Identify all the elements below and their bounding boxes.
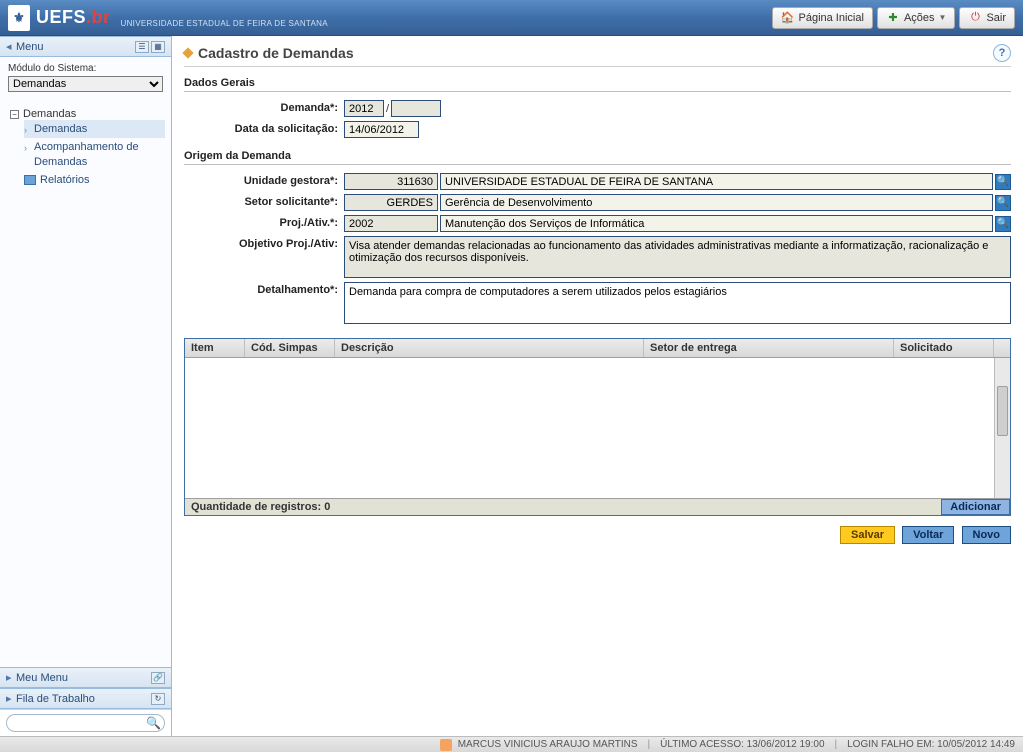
- meu-menu-panel-header[interactable]: ▸ Meu Menu 🔗: [0, 667, 171, 688]
- table-scrollbar[interactable]: [994, 358, 1010, 498]
- expand-arrow-icon: ▸: [6, 671, 16, 684]
- tree-item-label: Acompanhamento de Demandas: [34, 140, 165, 169]
- panel-grid-icon[interactable]: ▦: [151, 41, 165, 53]
- expand-arrow-icon: ▸: [6, 692, 16, 705]
- section-origem: Origem da Demanda: [184, 150, 1011, 165]
- logo-area: ⚜ UEFS.br UNIVERSIDADE ESTADUAL DE FEIRA…: [8, 5, 328, 31]
- module-select[interactable]: Demandas: [8, 76, 163, 92]
- status-login-falho: LOGIN FALHO EM: 10/05/2012 14:49: [847, 739, 1015, 750]
- user-icon: [440, 739, 452, 751]
- tree-root-label: Demandas: [23, 108, 76, 120]
- menu-panel-header[interactable]: ◂ Menu ☰ ▦: [0, 36, 171, 57]
- logo-subtitle: UNIVERSIDADE ESTADUAL DE FEIRA DE SANTAN…: [121, 19, 328, 28]
- tree-item-demandas[interactable]: › Demandas: [24, 120, 165, 138]
- label-unidade: Unidade gestora*:: [184, 173, 344, 187]
- app-header: ⚜ UEFS.br UNIVERSIDADE ESTADUAL DE FEIRA…: [0, 0, 1023, 36]
- home-icon: 🏠: [781, 11, 795, 25]
- logo-text: UEFS.br: [36, 7, 111, 27]
- diamond-icon: [182, 47, 193, 58]
- col-desc: Descrição: [335, 339, 644, 357]
- uefs-shield-icon: ⚜: [8, 5, 30, 31]
- actions-button-label: Ações: [904, 12, 935, 24]
- plus-icon: ✚: [886, 11, 900, 25]
- menu-panel-title: Menu: [16, 41, 44, 53]
- unidade-desc-input: [440, 173, 993, 190]
- demanda-separator: /: [386, 103, 389, 115]
- label-setor: Setor solicitante*:: [184, 194, 344, 208]
- back-button[interactable]: Voltar: [902, 526, 954, 544]
- exit-button-label: Sair: [986, 12, 1006, 24]
- objetivo-textarea: [344, 236, 1011, 278]
- label-proj: Proj./Ativ.*:: [184, 215, 344, 229]
- status-ultimo-acesso: ÚLTIMO ACESSO: 13/06/2012 19:00: [660, 739, 824, 750]
- section-dados-gerais: Dados Gerais: [184, 77, 1011, 92]
- fila-panel-header[interactable]: ▸ Fila de Trabalho ↻: [0, 688, 171, 709]
- detalhamento-textarea[interactable]: [344, 282, 1011, 324]
- search-icon[interactable]: 🔍: [146, 716, 161, 730]
- proj-cod-input[interactable]: [344, 215, 438, 232]
- table-count-label: Quantidade de registros: 0: [185, 499, 336, 515]
- bullet-icon: ›: [24, 125, 30, 135]
- tree-item-acompanhamento[interactable]: › Acompanhamento de Demandas: [24, 138, 165, 171]
- col-sol: Solicitado: [894, 339, 994, 357]
- proj-desc-input: [440, 215, 993, 232]
- logo-main: UEFS: [36, 7, 86, 27]
- meu-menu-title: Meu Menu: [16, 672, 68, 684]
- setor-cod-input[interactable]: [344, 194, 438, 211]
- refresh-icon[interactable]: ↻: [151, 693, 165, 705]
- main-content: Cadastro de Demandas ? Dados Gerais Dema…: [172, 36, 1023, 736]
- sidebar-search-input[interactable]: [6, 714, 165, 732]
- col-setor: Setor de entrega: [644, 339, 894, 357]
- nav-tree: − Demandas › Demandas › Acompanhamento d…: [0, 98, 171, 667]
- tree-item-label: Relatórios: [40, 173, 165, 187]
- label-demanda: Demanda*:: [184, 100, 344, 114]
- proj-lookup-button[interactable]: 🔍: [995, 216, 1011, 232]
- setor-lookup-button[interactable]: 🔍: [995, 195, 1011, 211]
- table-header: Item Cód. Simpas Descrição Setor de entr…: [185, 339, 1010, 358]
- report-icon: [24, 175, 36, 185]
- search-icon: 🔍: [997, 176, 1009, 187]
- demanda-num-input[interactable]: [391, 100, 441, 117]
- bullet-icon: ›: [24, 143, 30, 153]
- link-icon[interactable]: 🔗: [151, 672, 165, 684]
- collapse-arrow-icon: ◂: [6, 40, 16, 53]
- demanda-ano-input[interactable]: [344, 100, 384, 117]
- unidade-cod-input[interactable]: [344, 173, 438, 190]
- label-data-sol: Data da solicitação:: [184, 121, 344, 135]
- home-button[interactable]: 🏠 Página Inicial: [772, 7, 873, 29]
- label-objetivo: Objetivo Proj./Ativ:: [184, 236, 344, 250]
- module-label: Módulo do Sistema:: [8, 63, 163, 74]
- actions-button[interactable]: ✚ Ações ▼: [877, 7, 956, 29]
- col-item: Item: [185, 339, 245, 357]
- tree-collapse-icon: −: [10, 110, 19, 119]
- table-body: [185, 358, 1010, 498]
- col-cod: Cód. Simpas: [245, 339, 335, 357]
- save-button[interactable]: Salvar: [840, 526, 895, 544]
- tree-root-demandas[interactable]: − Demandas: [10, 108, 165, 120]
- chevron-down-icon: ▼: [939, 13, 947, 22]
- fila-title: Fila de Trabalho: [16, 693, 95, 705]
- search-icon: 🔍: [997, 197, 1009, 208]
- panel-list-icon[interactable]: ☰: [135, 41, 149, 53]
- tree-item-relatorios[interactable]: Relatórios: [24, 171, 165, 189]
- sidebar: ◂ Menu ☰ ▦ Módulo do Sistema: Demandas −…: [0, 36, 172, 736]
- exit-button[interactable]: ⏻ Sair: [959, 7, 1015, 29]
- add-item-button[interactable]: Adicionar: [941, 499, 1010, 515]
- tree-item-label: Demandas: [34, 122, 165, 136]
- status-user: MARCUS VINICIUS ARAUJO MARTINS: [458, 739, 638, 750]
- home-button-label: Página Inicial: [799, 12, 864, 24]
- help-button[interactable]: ?: [993, 44, 1011, 62]
- items-table: Item Cód. Simpas Descrição Setor de entr…: [184, 338, 1011, 516]
- power-icon: ⏻: [968, 11, 982, 25]
- data-sol-input[interactable]: [344, 121, 419, 138]
- logo-suffix: .br: [86, 7, 111, 27]
- new-button[interactable]: Novo: [962, 526, 1012, 544]
- page-title: Cadastro de Demandas: [184, 45, 354, 61]
- search-icon: 🔍: [997, 218, 1009, 229]
- page-title-text: Cadastro de Demandas: [198, 45, 354, 61]
- unidade-lookup-button[interactable]: 🔍: [995, 174, 1011, 190]
- label-detalhamento: Detalhamento*:: [184, 282, 344, 296]
- status-bar: MARCUS VINICIUS ARAUJO MARTINS | ÚLTIMO …: [0, 736, 1023, 752]
- setor-desc-input: [440, 194, 993, 211]
